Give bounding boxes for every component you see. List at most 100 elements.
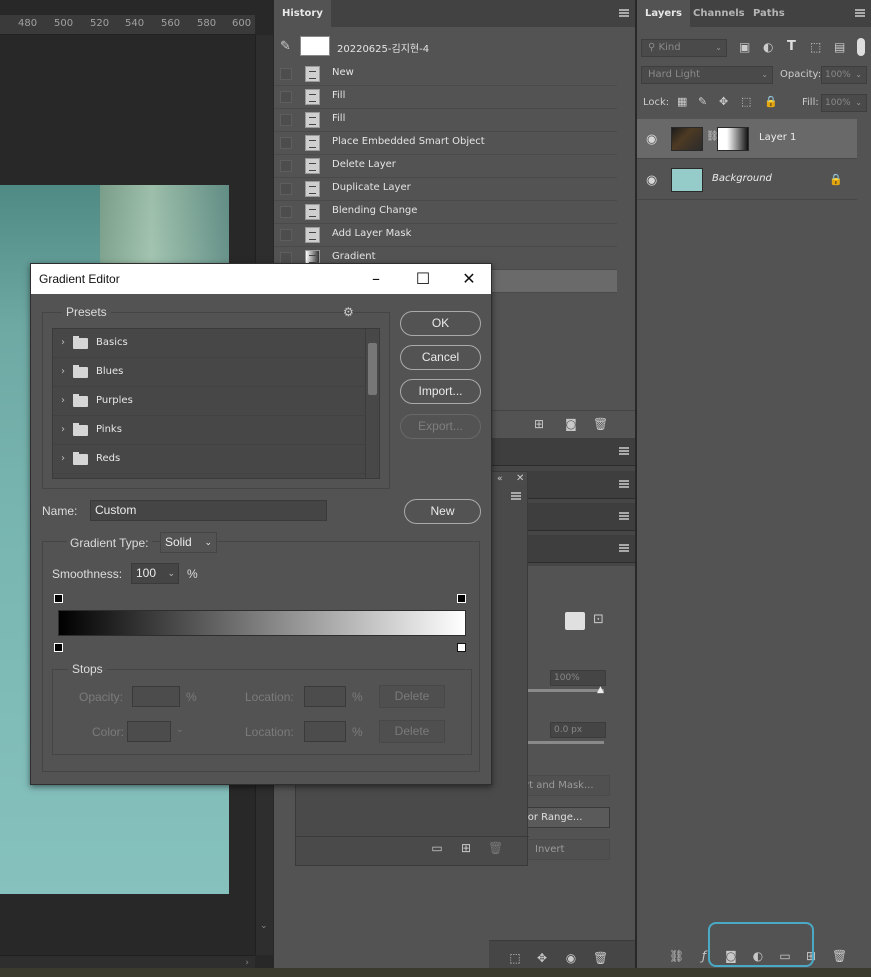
preset-folder[interactable]: › Reds (53, 445, 367, 474)
new-document-from-state-icon[interactable]: ⊞ (532, 417, 546, 431)
minimize-icon[interactable]: – (361, 268, 391, 290)
tab-history[interactable]: History (274, 0, 331, 27)
preset-folder[interactable]: › Basics (53, 329, 367, 358)
lock-move-icon[interactable]: ✥ (719, 95, 728, 108)
ok-button[interactable]: OK (400, 311, 481, 336)
history-state[interactable]: Fill (274, 86, 617, 109)
filter-toggle[interactable] (857, 38, 865, 56)
layer-row[interactable]: ◉ Background 🔒 (637, 160, 857, 200)
close-icon[interactable]: ✕ (516, 473, 524, 484)
export-button[interactable]: Export... (400, 414, 481, 439)
preset-folder[interactable]: › Purples (53, 387, 367, 416)
history-checkbox[interactable] (280, 160, 292, 172)
gear-icon[interactable]: ⚙ (343, 305, 354, 319)
slider-handle-icon[interactable]: ▲ (597, 685, 604, 695)
import-button[interactable]: Import... (400, 379, 481, 404)
panel-menu-icon[interactable] (619, 447, 629, 455)
color-range-button[interactable]: lor Range... (518, 807, 610, 828)
history-brush-icon[interactable]: ✎ (280, 39, 291, 54)
density-slider[interactable] (528, 689, 604, 692)
trash-icon[interactable]: 🗑 (832, 949, 847, 963)
history-snapshot[interactable]: ✎ 20220625-김지현-4 (274, 32, 617, 62)
panel-menu-icon[interactable] (511, 492, 521, 500)
panel-menu-icon[interactable] (855, 9, 865, 17)
feather-slider[interactable] (528, 741, 604, 744)
history-state[interactable]: Add Layer Mask (274, 224, 617, 247)
history-state[interactable]: Blending Change (274, 201, 617, 224)
preset-folder[interactable]: › Pinks (53, 416, 367, 445)
type-filter-icon[interactable]: T (787, 39, 796, 54)
feather-input[interactable]: 0.0 px (550, 722, 606, 738)
scroll-right-icon[interactable]: › (245, 958, 249, 968)
history-state[interactable]: New (274, 63, 617, 86)
kind-filter-dropdown[interactable]: ⚲ Kind ⌄ (641, 39, 727, 57)
chevron-right-icon[interactable]: › (61, 453, 65, 464)
lock-brush-icon[interactable]: ✎ (698, 95, 707, 108)
camera-icon[interactable]: ◙ (564, 417, 578, 431)
smoothness-input[interactable]: 100 ⌄ (131, 563, 179, 584)
visibility-eye-icon[interactable]: ◉ (646, 173, 657, 188)
gradient-name-input[interactable]: Custom (90, 500, 327, 521)
tab-layers[interactable]: Layers (637, 0, 690, 27)
scroll-down-icon[interactable]: ⌄ (260, 921, 268, 931)
history-state[interactable]: Fill (274, 109, 617, 132)
invert-button[interactable]: Invert (518, 839, 610, 860)
layer-mask-thumbnail[interactable] (717, 127, 749, 151)
panel-menu-icon[interactable] (619, 544, 629, 552)
lock-icon[interactable]: 🔒 (829, 173, 843, 186)
blend-mode-dropdown[interactable]: Hard Light ⌄ (641, 66, 773, 84)
history-checkbox[interactable] (280, 114, 292, 126)
preset-folder[interactable]: › Blues (53, 358, 367, 387)
add-icon[interactable]: ⊞ (459, 841, 473, 855)
history-checkbox[interactable] (280, 137, 292, 149)
pixel-filter-icon[interactable]: ▣ (739, 40, 750, 54)
maximize-icon[interactable]: ☐ (408, 268, 438, 290)
preset-list[interactable]: › Basics › Blues › Purples › Pinks › Reds (52, 328, 380, 479)
history-checkbox[interactable] (280, 68, 292, 80)
preset-scrollbar[interactable] (365, 329, 379, 478)
chevron-right-icon[interactable]: › (61, 424, 65, 435)
chevron-down-icon[interactable]: ⌄ (167, 564, 175, 583)
shape-filter-icon[interactable]: ⬚ (810, 40, 821, 54)
panel-menu-icon[interactable] (619, 9, 629, 17)
trash-icon[interactable]: 🗑 (488, 841, 503, 855)
eye-icon[interactable]: ◉ (564, 951, 578, 965)
trash-icon[interactable]: 🗑 (593, 417, 608, 431)
gradient-type-select[interactable]: Solid ⌄ (160, 532, 217, 553)
vector-mask-icon[interactable]: ⊡ (593, 612, 604, 627)
folder-icon[interactable]: ▭ (430, 841, 444, 855)
panel-menu-icon[interactable] (619, 480, 629, 488)
adjustment-filter-icon[interactable]: ◐ (763, 40, 773, 54)
lock-artboard-icon[interactable]: ⬚ (741, 95, 751, 108)
delete-opacity-stop-button[interactable]: Delete (379, 685, 445, 708)
history-state[interactable]: Delete Layer (274, 155, 617, 178)
history-state[interactable]: Duplicate Layer (274, 178, 617, 201)
cancel-button[interactable]: Cancel (400, 345, 481, 370)
chevron-down-icon[interactable]: ⌄ (176, 725, 184, 735)
opacity-input[interactable]: 100% ⌄ (821, 66, 867, 84)
lock-transparent-icon[interactable]: ▦ (677, 95, 687, 108)
chevron-right-icon[interactable]: › (61, 337, 65, 348)
smart-object-filter-icon[interactable]: ▤ (834, 40, 845, 54)
history-checkbox[interactable] (280, 91, 292, 103)
opacity-stop-left[interactable] (54, 594, 63, 603)
pixel-mask-icon[interactable] (565, 612, 585, 630)
dialog-titlebar[interactable]: Gradient Editor – ☐ ✕ (31, 264, 491, 294)
collapse-icon[interactable]: « (497, 474, 503, 484)
gradient-preview-bar[interactable] (58, 610, 466, 636)
layer-row[interactable]: ◉ ⛓ Layer 1 (637, 119, 857, 159)
delete-color-stop-button[interactable]: Delete (379, 720, 445, 743)
history-checkbox[interactable] (280, 183, 292, 195)
new-button[interactable]: New (404, 499, 481, 524)
chevron-right-icon[interactable]: › (61, 395, 65, 406)
history-checkbox[interactable] (280, 206, 292, 218)
chevron-right-icon[interactable]: › (61, 366, 65, 377)
visibility-eye-icon[interactable]: ◉ (646, 132, 657, 147)
tab-channels[interactable]: Channels (685, 0, 753, 27)
history-state[interactable]: Place Embedded Smart Object (274, 132, 617, 155)
opacity-stop-right[interactable] (457, 594, 466, 603)
density-input[interactable]: 100% (550, 670, 606, 686)
trash-icon[interactable]: 🗑 (593, 951, 608, 965)
color-stop-right[interactable] (457, 643, 466, 652)
stop-color-swatch[interactable] (127, 721, 171, 742)
